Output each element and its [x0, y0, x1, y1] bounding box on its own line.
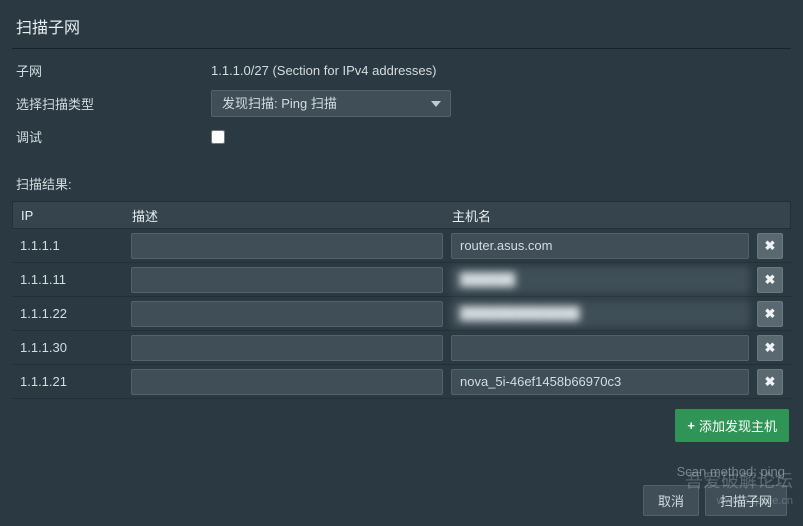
plus-icon: +: [687, 418, 695, 433]
table-row: 1.1.1.30 ✖: [12, 331, 791, 365]
footer-actions: 取消 扫描子网: [12, 485, 791, 516]
close-icon: ✖: [765, 306, 776, 322]
add-host-button[interactable]: + 添加发现主机: [675, 409, 789, 442]
column-host-header: 主机名: [448, 206, 752, 225]
cell-ip: 1.1.1.30: [12, 340, 127, 355]
scan-subnet-dialog: 扫描子网 子网 1.1.1.0/27 (Section for IPv4 add…: [0, 0, 803, 526]
desc-input[interactable]: [131, 301, 443, 327]
delete-row-button[interactable]: ✖: [757, 301, 783, 327]
host-input[interactable]: [451, 233, 749, 259]
desc-input[interactable]: [131, 267, 443, 293]
close-icon: ✖: [765, 238, 776, 254]
scan-method-text: Scan method: ping: [12, 442, 791, 485]
subnet-value: 1.1.1.0/27 (Section for IPv4 addresses): [211, 63, 436, 78]
table-row: 1.1.1.11 ✖: [12, 263, 791, 297]
scan-subnet-button[interactable]: 扫描子网: [705, 485, 787, 516]
cell-ip: 1.1.1.1: [12, 238, 127, 253]
table-row: 1.1.1.1 ✖: [12, 229, 791, 263]
scan-type-row: 选择扫描类型 发现扫描: Ping 扫描: [12, 90, 791, 117]
desc-input[interactable]: [131, 369, 443, 395]
close-icon: ✖: [765, 374, 776, 390]
subnet-label: 子网: [16, 61, 211, 80]
divider: [12, 48, 791, 49]
scan-type-select-wrapper: 发现扫描: Ping 扫描: [211, 90, 451, 117]
cell-ip: 1.1.1.11: [12, 272, 127, 287]
add-host-row: + 添加发现主机: [12, 399, 791, 442]
host-input[interactable]: [451, 335, 749, 361]
scan-type-select[interactable]: 发现扫描: Ping 扫描: [211, 90, 451, 117]
close-icon: ✖: [765, 272, 776, 288]
cell-ip: 1.1.1.21: [12, 374, 127, 389]
table-header: IP 描述 主机名: [12, 201, 791, 229]
table-row: 1.1.1.21 ✖: [12, 365, 791, 399]
column-desc-header: 描述: [128, 206, 448, 225]
delete-row-button[interactable]: ✖: [757, 369, 783, 395]
host-input[interactable]: [451, 267, 749, 293]
delete-row-button[interactable]: ✖: [757, 267, 783, 293]
desc-input[interactable]: [131, 233, 443, 259]
delete-row-button[interactable]: ✖: [757, 233, 783, 259]
column-ip-header: IP: [13, 208, 128, 223]
subnet-row: 子网 1.1.1.0/27 (Section for IPv4 addresse…: [12, 61, 791, 80]
cell-ip: 1.1.1.22: [12, 306, 127, 321]
desc-input[interactable]: [131, 335, 443, 361]
scan-type-label: 选择扫描类型: [16, 94, 211, 113]
delete-row-button[interactable]: ✖: [757, 335, 783, 361]
dialog-title: 扫描子网: [12, 0, 791, 48]
results-heading: 扫描结果:: [12, 156, 791, 201]
host-input[interactable]: [451, 301, 749, 327]
table-row: 1.1.1.22 ✖: [12, 297, 791, 331]
cancel-button[interactable]: 取消: [643, 485, 699, 516]
debug-row: 调试: [12, 127, 791, 146]
close-icon: ✖: [765, 340, 776, 356]
results-table: IP 描述 主机名 1.1.1.1 ✖ 1.1.1.11 ✖ 1.1.1.22 …: [12, 201, 791, 399]
add-host-label: 添加发现主机: [699, 416, 777, 435]
debug-checkbox[interactable]: [211, 130, 225, 144]
debug-label: 调试: [16, 127, 211, 146]
host-input[interactable]: [451, 369, 749, 395]
